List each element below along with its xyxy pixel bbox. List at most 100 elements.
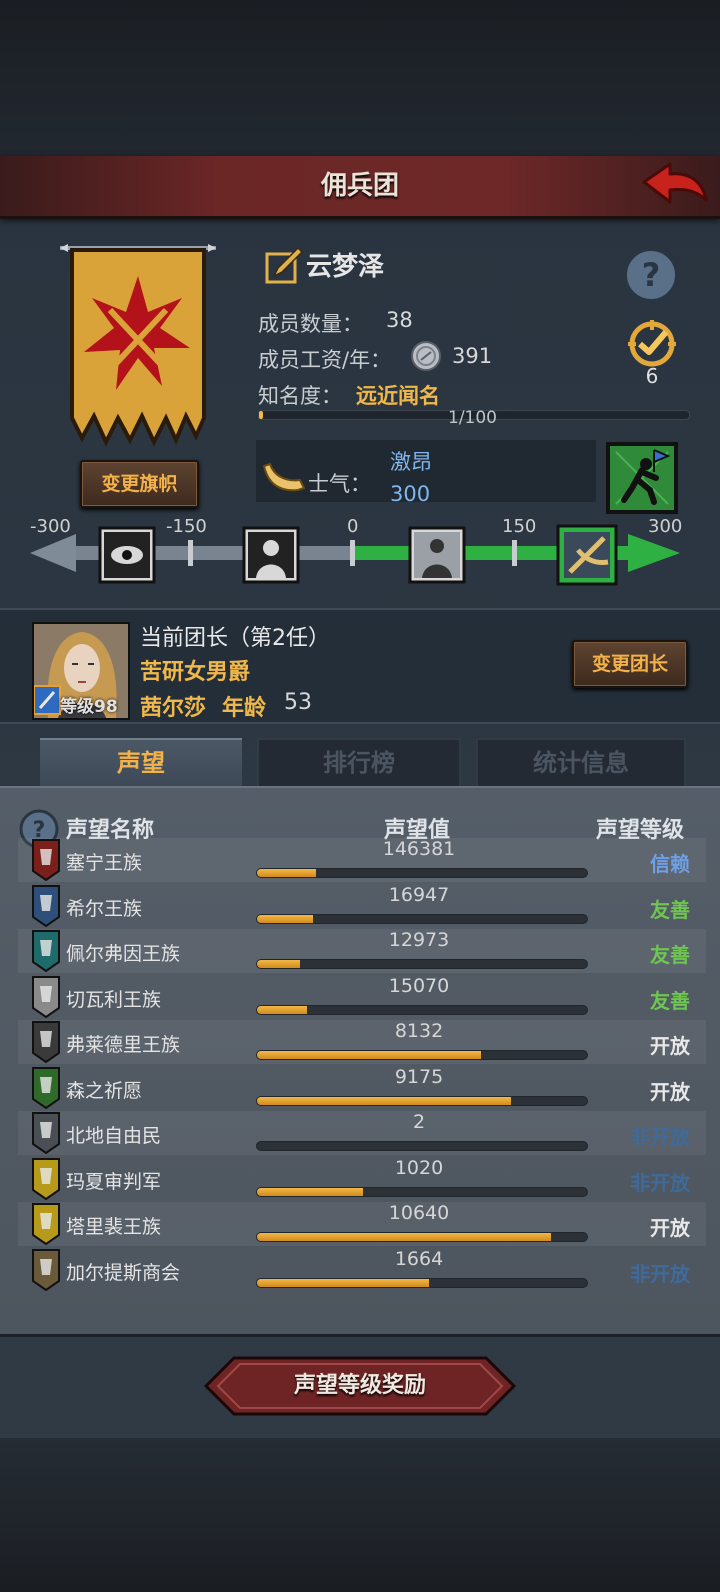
- reputation-value: 8132: [394, 1020, 444, 1042]
- wage-label: 成员工资/年：: [258, 348, 392, 372]
- scale-tick-label: 150: [502, 516, 537, 537]
- face-crest-icon: [32, 1021, 60, 1063]
- horn-icon: [262, 462, 306, 492]
- reputation-progress-fill: [257, 1005, 307, 1014]
- page-title: 佣兵团: [320, 171, 399, 201]
- leader-name: 茜尔莎: [140, 696, 207, 721]
- despair-figure-icon: [242, 526, 300, 584]
- reputation-value: 15070: [388, 974, 450, 997]
- reputation-level: 信赖: [650, 852, 690, 876]
- scale-tick-label: 300: [648, 516, 683, 537]
- reputation-progress-bar: [256, 1050, 588, 1060]
- table-row[interactable]: 切瓦利王族 15070 友善: [18, 975, 706, 1019]
- reputation-name: 切瓦利王族: [66, 988, 162, 1011]
- edit-name-icon[interactable]: [264, 246, 304, 286]
- reputation-value: 10640: [388, 1202, 450, 1224]
- fame-value: 远近闻名: [356, 384, 440, 408]
- reputation-progress-fill: [257, 914, 314, 923]
- morale-scale: [30, 524, 680, 586]
- leader-title: 当前团长（第2任）: [140, 626, 330, 651]
- reputation-progress-fill: [257, 869, 317, 877]
- serpent-crest-icon: [32, 839, 60, 881]
- leader-level: 等级98: [60, 697, 118, 717]
- reputation-name: 佩尔弗因王族: [66, 943, 181, 965]
- reputation-value: 16947: [388, 883, 450, 906]
- charging-soldier-icon[interactable]: [606, 442, 678, 514]
- fame-progress-text: 1/100: [448, 408, 497, 428]
- table-row[interactable]: 佩尔弗因王族 12973 友善: [18, 929, 706, 973]
- leader-age: 53: [284, 690, 312, 715]
- chest-crest-icon: [32, 1248, 60, 1291]
- reputation-level: 开放: [650, 1216, 690, 1240]
- table-row[interactable]: 森之祈愿 9175 开放: [18, 1066, 706, 1110]
- svg-text:?: ?: [642, 256, 661, 294]
- reputation-value: 1664: [394, 1247, 444, 1270]
- top-background: [0, 0, 720, 156]
- tab-statistics[interactable]: 统计信息: [476, 738, 686, 788]
- reputation-progress-bar: [256, 1186, 588, 1197]
- reputation-progress-fill: [257, 1051, 482, 1059]
- back-arrow-icon[interactable]: [640, 160, 710, 212]
- table-row[interactable]: 弗莱德里王族 8132 开放: [18, 1020, 706, 1064]
- reputation-level: 友善: [650, 897, 690, 922]
- reputation-progress-bar: [256, 1277, 588, 1288]
- reputation-reward-label: 声望等级奖励: [293, 1373, 426, 1398]
- morale-name: 激昂: [390, 450, 432, 474]
- reputation-progress-bar: [256, 913, 588, 924]
- morale-value: 300: [390, 482, 431, 506]
- reputation-name: 加尔提斯商会: [66, 1261, 181, 1284]
- table-row[interactable]: 希尔王族 16947 友善: [18, 884, 706, 928]
- reputation-progress-fill: [257, 1187, 363, 1196]
- fame-progress-fill: [259, 411, 264, 419]
- leader-age-label: 年龄: [222, 696, 267, 721]
- table-row[interactable]: 塔里裴王族 10640 开放: [18, 1202, 706, 1246]
- reputation-progress-fill: [257, 960, 300, 968]
- change-flag-button[interactable]: 变更旗帜: [80, 460, 199, 508]
- reputation-progress-bar: [256, 868, 588, 878]
- table-row[interactable]: 北地自由民 2 非开放: [18, 1111, 706, 1155]
- fervor-horn-icon: [556, 524, 618, 586]
- reputation-progress-fill: [257, 1278, 429, 1287]
- reputation-progress-fill: [257, 1233, 551, 1241]
- leader-rank: 苦研女男爵: [140, 660, 251, 685]
- guild-name: 云梦泽: [306, 252, 385, 282]
- member-count-value: 38: [386, 308, 413, 332]
- crown-crest-icon: [32, 1203, 60, 1245]
- scale-tick-label: -300: [30, 516, 71, 537]
- reputation-name: 玛夏审判军: [66, 1170, 162, 1193]
- axe-crest-icon: [32, 1112, 60, 1154]
- reputation-level: 非开放: [630, 1125, 690, 1149]
- silver-coin-icon: [411, 341, 441, 371]
- reputation-value: 146381: [382, 838, 456, 860]
- reputation-name: 北地自由民: [66, 1125, 162, 1147]
- reputation-progress-fill: [257, 1096, 512, 1105]
- reputation-progress-bar: [256, 1004, 588, 1015]
- reputation-level: 非开放: [630, 1170, 690, 1195]
- reputation-value: 9175: [394, 1065, 444, 1088]
- reputation-level: 开放: [650, 1079, 690, 1104]
- reputation-name: 森之祈愿: [66, 1079, 143, 1102]
- tab-reputation[interactable]: 声望: [40, 738, 242, 790]
- wage-value: 391: [452, 344, 493, 368]
- reputation-progress-bar: [256, 1095, 588, 1106]
- table-row[interactable]: 玛夏审判军 1020 非开放: [18, 1157, 706, 1201]
- reputation-value: 12973: [388, 929, 450, 951]
- reputation-name: 弗莱德里王族: [66, 1034, 181, 1056]
- table-row[interactable]: 塞宁王族 146381 信赖: [18, 838, 706, 882]
- reputation-name: 希尔王族: [66, 897, 143, 920]
- change-leader-button[interactable]: 变更团长: [572, 640, 688, 688]
- reputation-level: 友善: [650, 943, 690, 967]
- help-icon[interactable]: ?: [622, 246, 680, 304]
- table-row[interactable]: 加尔提斯商会 1664 非开放: [18, 1248, 706, 1292]
- reputation-progress-bar: [256, 959, 588, 969]
- reputation-progress-bar: [256, 1232, 588, 1242]
- reputation-progress-bar: [256, 1141, 588, 1151]
- scale-tick-label: -150: [166, 516, 207, 537]
- helmet-crest-icon: [32, 884, 60, 927]
- reputation-level: 非开放: [630, 1261, 690, 1286]
- reputation-value: 1020: [394, 1156, 444, 1179]
- tree-crest-icon: [32, 1066, 60, 1109]
- panic-eye-icon: [98, 526, 156, 584]
- tab-ranking[interactable]: 排行榜: [257, 738, 461, 788]
- chevron-crest-icon: [32, 1157, 60, 1200]
